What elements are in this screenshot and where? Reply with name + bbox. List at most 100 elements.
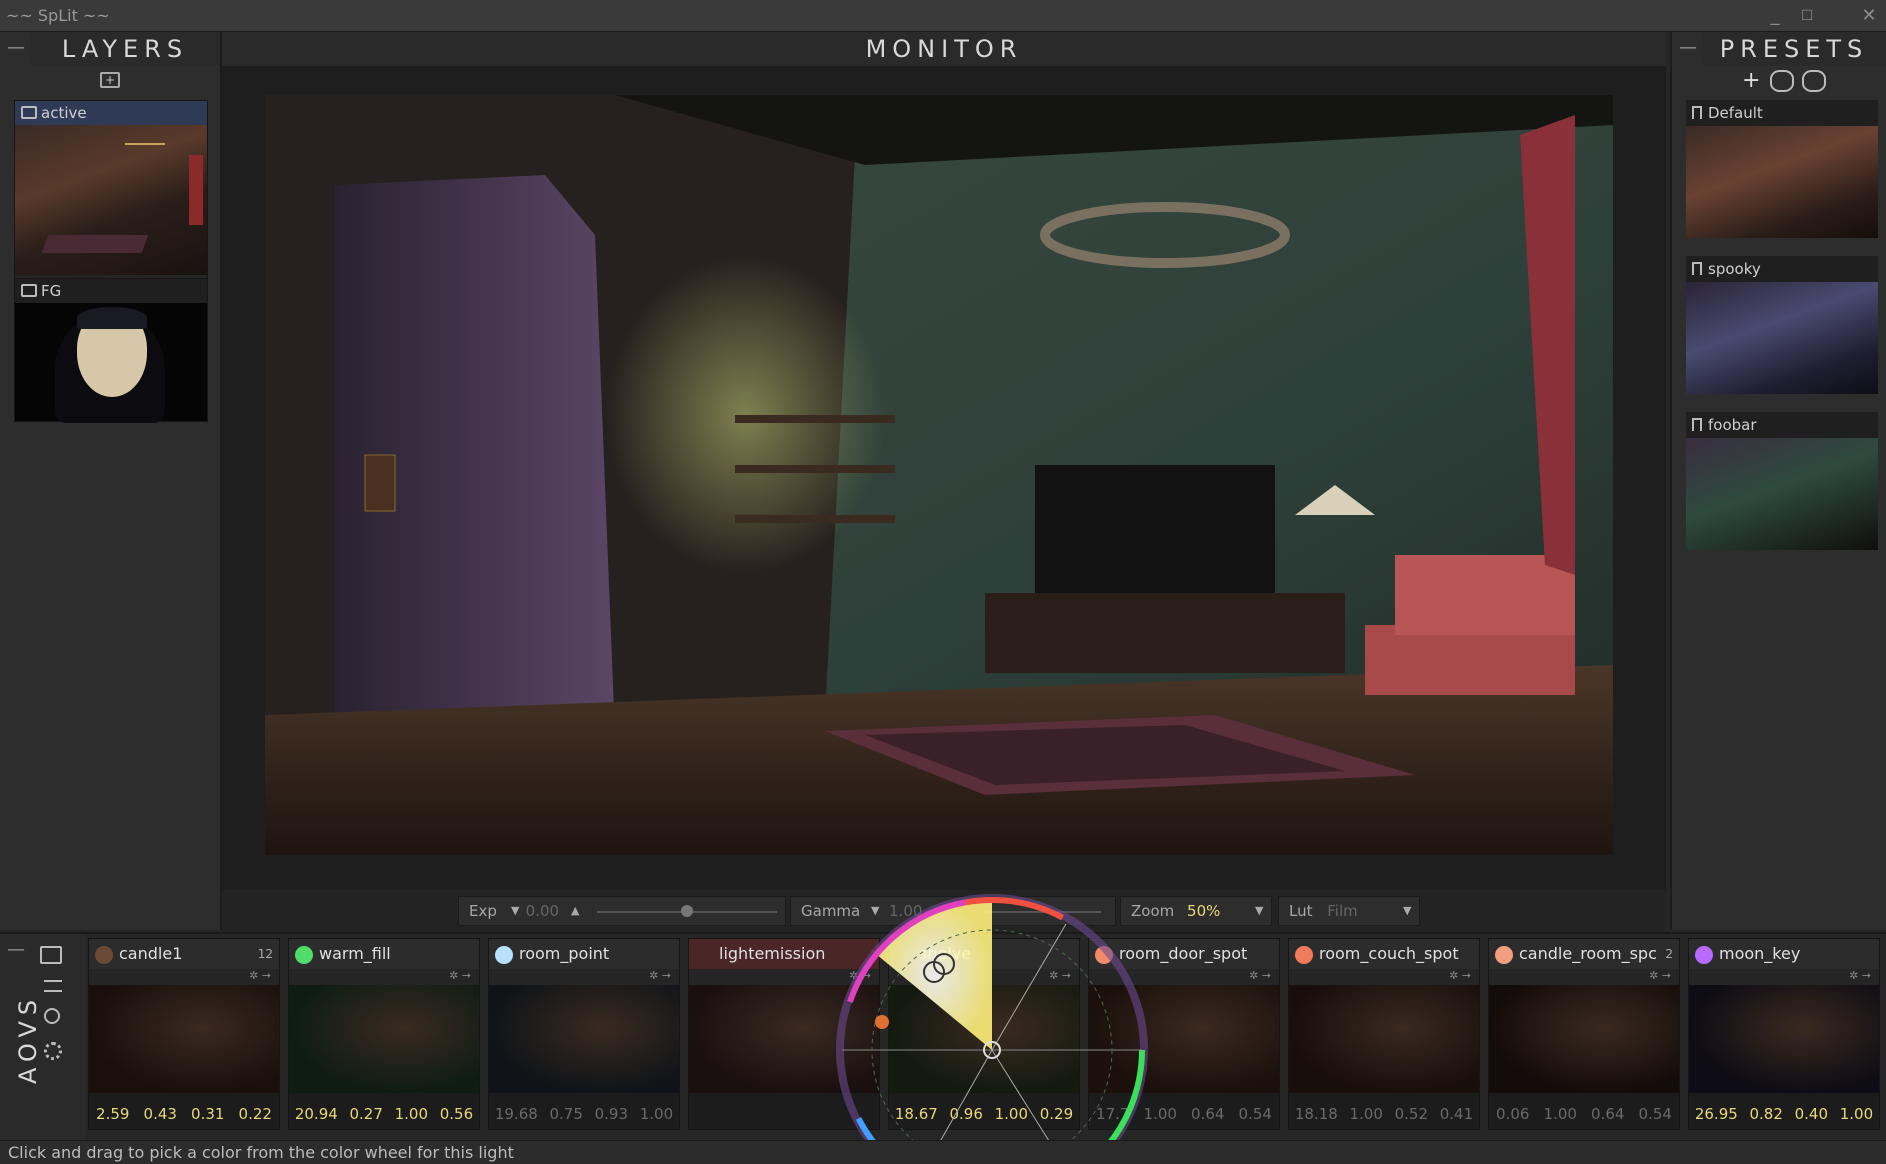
load-preset-icon[interactable] — [1802, 70, 1826, 92]
render-viewport[interactable] — [265, 95, 1613, 855]
aov-value[interactable]: 26.95 — [1695, 1099, 1738, 1129]
hue-wedge — [876, 899, 992, 1050]
aov-value[interactable]: 0.22 — [239, 1099, 272, 1129]
save-preset-icon[interactable] — [1770, 70, 1794, 92]
title-bar: ~~ SpLit ~~ _ ☐ ✕ — [0, 0, 1886, 32]
aov-value[interactable]: 20.94 — [295, 1099, 338, 1129]
minimize-button[interactable]: _ — [1762, 4, 1788, 28]
aovs-collapse-button[interactable]: — — [6, 940, 26, 960]
aov-value[interactable]: 1.00 — [395, 1099, 428, 1129]
aov-value[interactable]: 1.00 — [640, 1099, 673, 1129]
preset-spooky[interactable]: spooky — [1686, 256, 1878, 394]
aov-value[interactable]: 0.54 — [1639, 1099, 1672, 1129]
light-color-swatch[interactable] — [1495, 946, 1513, 964]
aov-value[interactable]: 0.93 — [595, 1099, 628, 1129]
aov-badge: 2 — [1665, 947, 1673, 961]
aov-value[interactable]: 18.18 — [1295, 1099, 1338, 1129]
light-color-swatch[interactable] — [1695, 946, 1713, 964]
light-color-swatch[interactable] — [495, 946, 513, 964]
presets-collapse-button[interactable]: — — [1678, 38, 1698, 58]
aov-toolbar[interactable]: ✲ → — [1289, 969, 1479, 985]
layer-card-active[interactable]: active ⧉ 19 ✲ 19 → 16 ◉ 19 — [14, 100, 208, 300]
aov-value[interactable]: 0.54 — [1239, 1099, 1272, 1129]
light-color-swatch[interactable] — [95, 946, 113, 964]
aov-values: 0.06 1.00 0.64 0.54 — [1489, 1099, 1679, 1129]
aov-header[interactable]: candle1 12 — [89, 939, 279, 969]
aov-value[interactable]: 0.27 — [350, 1099, 383, 1129]
aov-card[interactable]: room_point ✲ → 19.68 0.75 0.93 1.00 — [488, 938, 680, 1130]
sort-icon[interactable] — [44, 980, 62, 992]
aov-card[interactable]: room_couch_spot ✲ → 18.18 1.00 0.52 0.41 — [1288, 938, 1480, 1130]
preset-name: Default — [1708, 104, 1763, 122]
aov-value[interactable]: 1.00 — [1350, 1099, 1383, 1129]
exposure-control[interactable]: Exp ▼ 0.00 ▲ — [458, 896, 786, 926]
layer-stack-icon[interactable] — [40, 946, 62, 964]
zoom-value[interactable]: 50% — [1187, 902, 1220, 920]
aov-values: 26.95 0.82 0.40 1.00 — [1689, 1099, 1879, 1129]
light-color-swatch[interactable] — [1295, 946, 1313, 964]
preset-default[interactable]: Default — [1686, 100, 1878, 238]
lut-control[interactable]: Lut Film ▼ — [1278, 896, 1420, 926]
preset-foobar[interactable]: foobar — [1686, 412, 1878, 550]
close-button[interactable]: ✕ — [1856, 4, 1882, 28]
gear-icon[interactable] — [44, 1042, 62, 1060]
aov-header[interactable]: room_point — [489, 939, 679, 969]
aov-value[interactable]: 0.75 — [550, 1099, 583, 1129]
aov-toolbar[interactable]: ✲ → — [1489, 969, 1679, 985]
exp-dropdown-icon[interactable]: ▼ — [511, 897, 519, 925]
aov-name: moon_key — [1719, 944, 1801, 963]
aov-values: 19.68 0.75 0.93 1.00 — [489, 1099, 679, 1129]
aov-value[interactable]: 0.52 — [1395, 1099, 1428, 1129]
aov-value[interactable]: 1.00 — [1840, 1099, 1873, 1129]
aovs-title: AOVS — [14, 993, 42, 1084]
preset-thumbnail — [1686, 126, 1878, 238]
aov-card[interactable]: moon_key ✲ → 26.95 0.82 0.40 1.00 — [1688, 938, 1880, 1130]
aov-value[interactable]: 1.00 — [1544, 1099, 1577, 1129]
layers-collapse-button[interactable]: — — [6, 38, 26, 58]
aov-value[interactable]: 0.40 — [1795, 1099, 1828, 1129]
maximize-button[interactable]: ☐ — [1794, 4, 1820, 28]
layers-panel: — LAYERS + active ⧉ 19 ✲ 19 → 16 ◉ 19 — [0, 32, 222, 930]
aov-value[interactable]: 0.06 — [1496, 1099, 1529, 1129]
light-color-swatch[interactable] — [295, 946, 313, 964]
layer-card-fg[interactable]: FG — [14, 278, 208, 423]
aov-values: 18.18 1.00 0.52 0.41 — [1289, 1099, 1479, 1129]
aov-toolbar[interactable]: ✲ → — [89, 969, 279, 985]
aov-value[interactable]: 0.31 — [191, 1099, 224, 1129]
link-icon[interactable] — [44, 1008, 60, 1024]
lut-label: Lut — [1289, 902, 1313, 920]
exp-up-icon[interactable]: ▲ — [571, 897, 579, 925]
aov-value[interactable]: 0.64 — [1591, 1099, 1624, 1129]
aov-header[interactable]: warm_fill — [289, 939, 479, 969]
aov-toolbar[interactable]: ✲ → — [289, 969, 479, 985]
lut-dropdown-icon[interactable]: ▼ — [1403, 897, 1411, 925]
aov-value[interactable]: 0.43 — [144, 1099, 177, 1129]
aov-value[interactable]: 0.82 — [1750, 1099, 1783, 1129]
exp-value[interactable]: 0.00 — [526, 902, 559, 920]
zoom-dropdown-icon[interactable]: ▼ — [1255, 897, 1263, 925]
light-marker[interactable] — [875, 1015, 889, 1029]
aov-card[interactable]: candle_room_spc 2 ✲ → 0.06 1.00 0.64 0.54 — [1488, 938, 1680, 1130]
aov-header[interactable]: candle_room_spc 2 — [1489, 939, 1679, 969]
hair-shape — [77, 307, 147, 329]
aov-toolbar[interactable]: ✲ → — [489, 969, 679, 985]
aov-value[interactable]: 2.59 — [96, 1099, 129, 1129]
aov-card[interactable]: warm_fill ✲ → 20.94 0.27 1.00 0.56 — [288, 938, 480, 1130]
aov-value[interactable]: 0.56 — [440, 1099, 473, 1129]
aov-badge: 12 — [257, 947, 273, 961]
add-layer-icon[interactable]: + — [100, 72, 120, 88]
aov-card[interactable]: candle1 12 ✲ → 2.59 0.43 0.31 0.22 — [88, 938, 280, 1130]
lut-value[interactable]: Film — [1327, 902, 1357, 920]
add-preset-icon[interactable]: + — [1742, 68, 1760, 93]
color-wheel-popup[interactable] — [836, 894, 1148, 1144]
chandelier-shape — [125, 135, 165, 145]
aov-value[interactable]: 0.64 — [1191, 1099, 1224, 1129]
exp-slider-handle[interactable] — [681, 905, 693, 917]
layer-thumbnail — [15, 125, 207, 277]
aov-value[interactable]: 0.41 — [1440, 1099, 1473, 1129]
aov-value[interactable]: 19.68 — [495, 1099, 538, 1129]
aov-header[interactable]: room_couch_spot — [1289, 939, 1479, 969]
aov-header[interactable]: moon_key — [1689, 939, 1879, 969]
aov-toolbar[interactable]: ✲ → — [1689, 969, 1879, 985]
aov-value[interactable]: 1.00 — [1144, 1099, 1177, 1129]
